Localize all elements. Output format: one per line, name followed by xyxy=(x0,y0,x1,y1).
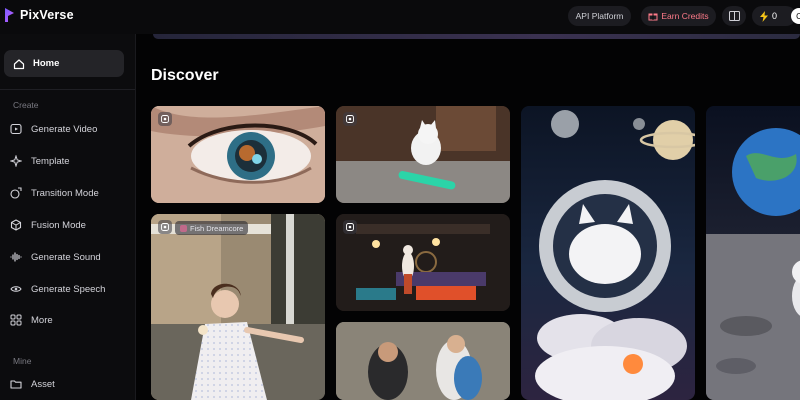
section-label-create: Create xyxy=(13,100,39,110)
sidebar: Home Create Generate Video Template Tran… xyxy=(0,34,136,400)
sidebar-item-generate-video[interactable]: Generate Video xyxy=(10,123,97,135)
sidebar-item-label: Home xyxy=(33,58,60,69)
pixverse-logo-icon xyxy=(5,8,14,22)
video-card-kitten-skateboard[interactable] xyxy=(336,106,510,203)
sidebar-item-label: Generate Speech xyxy=(31,283,106,295)
sidebar-item-template[interactable]: Template xyxy=(10,155,70,167)
sparkle-icon xyxy=(10,155,22,167)
credits-count: 0 xyxy=(772,11,778,21)
sidebar-item-label: Transition Mode xyxy=(31,187,99,199)
docs-button[interactable] xyxy=(722,6,746,26)
page-title: Discover xyxy=(151,67,219,84)
sidebar-item-label: Generate Video xyxy=(31,123,98,135)
video-card-moon-kitten[interactable] xyxy=(706,106,800,400)
card-thumbnail xyxy=(151,214,325,400)
sidebar-item-transition-mode[interactable]: Transition Mode xyxy=(10,187,99,199)
sidebar-item-more[interactable]: More xyxy=(10,314,53,326)
sound-wave-icon xyxy=(10,251,22,263)
video-card-people[interactable] xyxy=(336,322,510,400)
video-icon xyxy=(10,123,22,135)
avatar[interactable]: C xyxy=(791,8,800,24)
credits-balance[interactable]: 0 xyxy=(752,6,796,26)
section-label-mine: Mine xyxy=(13,356,32,366)
card-thumbnail xyxy=(336,322,510,400)
earn-credits-button[interactable]: Earn Credits xyxy=(641,6,716,26)
video-badge-icon xyxy=(158,112,172,126)
video-card-astronaut-kitten[interactable] xyxy=(521,106,695,400)
book-icon xyxy=(728,11,740,21)
sidebar-item-label: More xyxy=(31,314,53,326)
sidebar-item-label: Template xyxy=(31,155,70,167)
sidebar-item-asset[interactable]: Asset xyxy=(10,378,55,390)
divider xyxy=(0,89,135,90)
template-tag-label: Fish Dreamcore xyxy=(190,223,244,233)
template-tag-icon xyxy=(180,224,187,232)
sidebar-item-generate-speech[interactable]: Generate Speech xyxy=(10,283,105,295)
template-tag[interactable]: Fish Dreamcore xyxy=(175,221,249,235)
card-thumbnail xyxy=(336,214,510,311)
speech-icon xyxy=(10,283,22,295)
video-card-steampunk-cat[interactable] xyxy=(336,214,510,311)
sidebar-item-home[interactable]: Home xyxy=(4,50,124,77)
earn-credits-label: Earn Credits xyxy=(661,11,709,21)
sidebar-item-label: Generate Sound xyxy=(31,251,101,263)
home-icon xyxy=(13,58,25,70)
promo-banner[interactable] xyxy=(153,34,800,39)
transition-icon xyxy=(10,187,22,199)
gift-icon xyxy=(648,13,658,21)
grid-icon xyxy=(10,314,22,326)
lightning-icon xyxy=(760,10,768,22)
card-thumbnail xyxy=(151,106,325,203)
card-thumbnail xyxy=(706,128,800,400)
video-card-eye[interactable] xyxy=(151,106,325,203)
card-thumbnail xyxy=(535,110,695,400)
main-content: Discover Fish Dreamcore xyxy=(136,34,800,400)
video-badge-icon xyxy=(343,112,357,126)
fusion-icon xyxy=(10,219,22,231)
card-thumbnail xyxy=(336,106,510,203)
sidebar-item-label: Asset xyxy=(31,378,55,390)
video-card-girl-ice-cream[interactable]: Fish Dreamcore xyxy=(151,214,325,400)
sidebar-item-fusion-mode[interactable]: Fusion Mode xyxy=(10,219,86,231)
logo[interactable]: PixVerse xyxy=(4,7,74,23)
app-name: PixVerse xyxy=(20,8,74,22)
sidebar-item-label: Fusion Mode xyxy=(31,219,86,231)
sidebar-item-generate-sound[interactable]: Generate Sound xyxy=(10,251,101,263)
video-badge-icon xyxy=(158,220,172,234)
api-platform-button[interactable]: API Platform xyxy=(568,6,631,26)
top-bar: PixVerse API Platform Earn Credits 0 C xyxy=(0,0,800,34)
folder-icon xyxy=(10,378,22,390)
video-badge-icon xyxy=(343,220,357,234)
